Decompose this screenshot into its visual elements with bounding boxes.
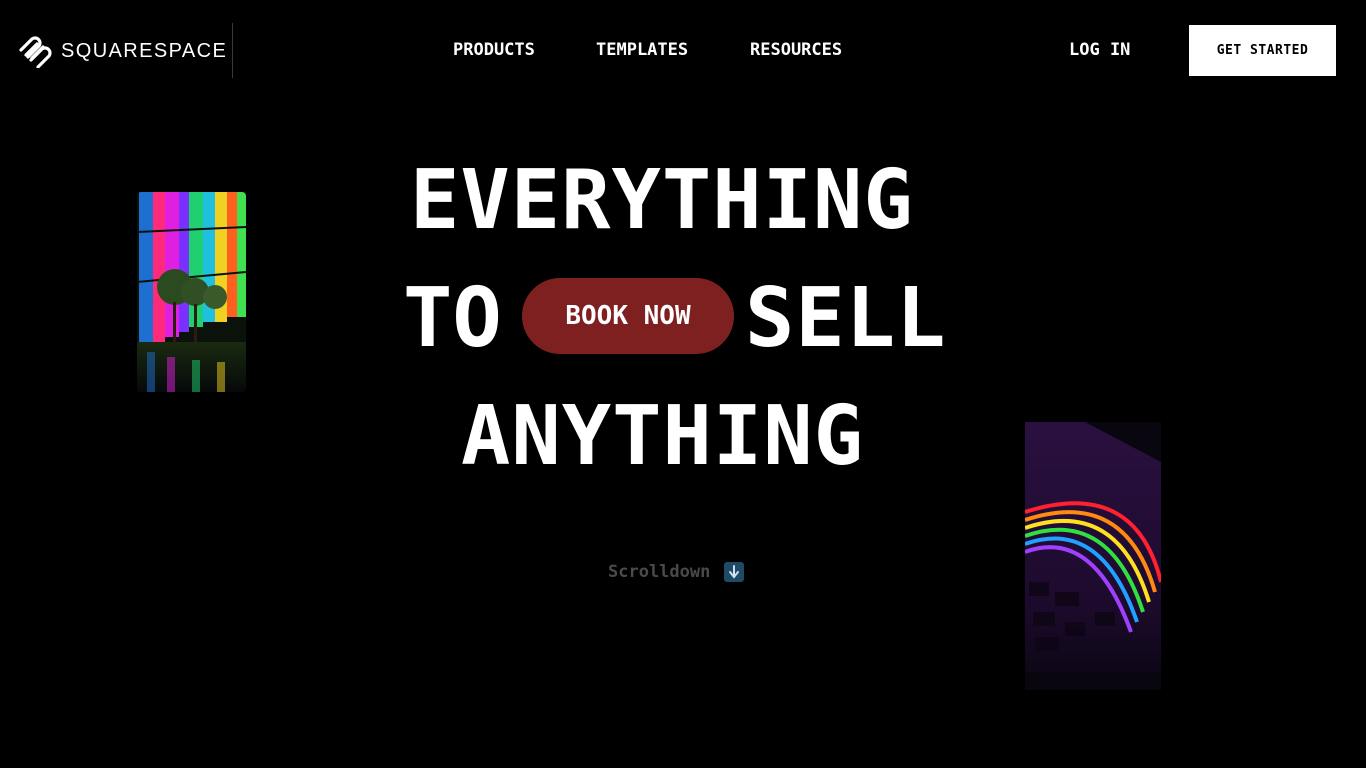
colorful-building-photo [137,192,246,392]
scroll-down-label: Scrolldown [608,562,711,582]
down-arrow-icon [724,562,745,582]
get-started-button[interactable]: GET STARTED [1189,25,1336,76]
nav-templates-link[interactable]: TEMPLATES [596,40,688,60]
login-link[interactable]: LOG IN [1069,40,1130,60]
hero-headline-line-3: ANYTHING [461,389,864,484]
hero-headline-line-2-start: TO [403,271,502,366]
neon-rainbow-wall-photo [1025,422,1161,690]
nav-resources-link[interactable]: RESOURCES [750,40,842,60]
hero-headline-line-1: EVERYTHING [410,153,914,248]
nav-products-link[interactable]: PRODUCTS [453,40,535,60]
scroll-down-indicator[interactable]: Scrolldown [608,562,745,582]
main-nav: PRODUCTS TEMPLATES RESOURCES LOG IN [0,40,1366,62]
hero-headline-line-2-end: SELL [745,271,947,366]
book-now-button[interactable]: BOOK NOW [522,278,734,354]
